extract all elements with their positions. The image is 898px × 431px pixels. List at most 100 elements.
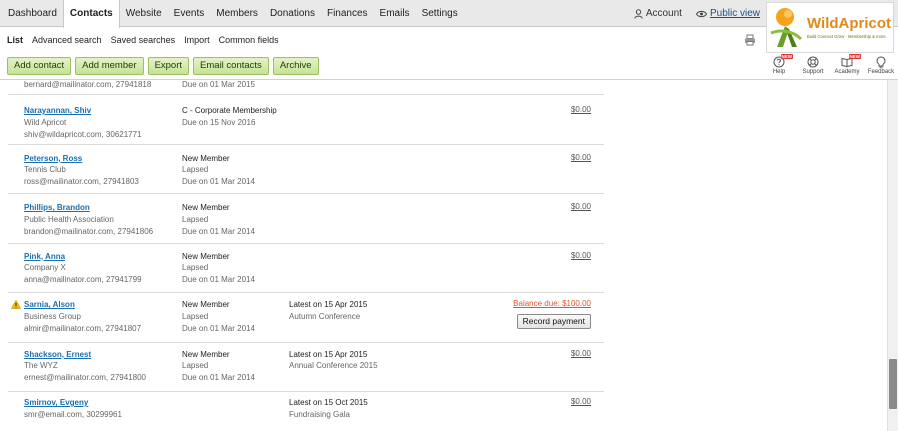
contact-name-link[interactable]: Peterson, Ross xyxy=(24,153,139,165)
feedback-item[interactable]: Feedback xyxy=(865,56,897,80)
support-icon xyxy=(807,56,819,68)
public-view-link[interactable]: Public view xyxy=(695,8,760,19)
help-label: Help xyxy=(772,69,786,75)
tab-contacts[interactable]: Contacts xyxy=(62,0,120,28)
contact-name-link[interactable]: Phillips, Brandon xyxy=(24,202,153,214)
contact-name-link[interactable]: Shackson, Ernest xyxy=(24,349,146,361)
renewal-due: Due on 01 Mar 2014 xyxy=(182,275,255,285)
membership-level: New Member xyxy=(182,251,230,261)
contact-name-link[interactable]: Narayannan, Shiv xyxy=(24,105,142,117)
help-new-badge: NEW xyxy=(780,54,793,59)
event-date: Latest on 15 Apr 2015 xyxy=(289,300,368,309)
main-tabs: Dashboard Contacts Website Events Member… xyxy=(2,0,464,28)
subnav-list[interactable]: List xyxy=(7,35,23,45)
tab-emails[interactable]: Emails xyxy=(374,0,416,27)
logo-graphic: WildApricot Build Connect Grow · Members… xyxy=(770,8,891,47)
wildapricot-logo: WildApricot Build Connect Grow · Members… xyxy=(766,2,894,53)
renewal-due: Due on 01 Mar 2014 xyxy=(182,323,255,333)
support-item[interactable]: Support xyxy=(797,56,829,80)
list-item: Shackson, Ernest The WYZ ernest@mailinat… xyxy=(8,343,604,392)
top-navigation: Dashboard Contacts Website Events Member… xyxy=(0,0,898,28)
membership-status: Lapsed xyxy=(182,165,209,175)
printer-icon[interactable] xyxy=(744,34,756,46)
list-item: Pink, Anna Company X anna@mailinator.com… xyxy=(8,244,604,293)
event-name: Annual Conference 2015 xyxy=(289,361,378,371)
contact-info: almir@mailinator.com, 27941807 xyxy=(24,323,142,333)
record-payment-button[interactable]: Record payment xyxy=(516,314,591,329)
contact-organization: Tennis Club xyxy=(24,165,66,175)
subnav-advanced-search[interactable]: Advanced search xyxy=(32,35,102,45)
subnav-common-fields[interactable]: Common fields xyxy=(219,35,279,45)
feedback-label: Feedback xyxy=(867,69,895,75)
membership-status: Lapsed xyxy=(182,214,209,224)
help-item[interactable]: NEW Help xyxy=(763,54,795,80)
contact-organization: Company X xyxy=(24,263,66,273)
membership-level: New Member xyxy=(182,203,230,212)
contact-organization: Public Health Association xyxy=(24,214,114,224)
eye-icon xyxy=(695,10,707,17)
balance-amount[interactable]: $0.00 xyxy=(571,349,591,358)
balance-amount[interactable]: $0.00 xyxy=(571,251,591,260)
scrollbar-thumb[interactable] xyxy=(889,359,897,409)
membership-status: Lapsed xyxy=(182,263,209,273)
tab-dashboard[interactable]: Dashboard xyxy=(2,0,63,27)
logo-wordmark: WildApricot xyxy=(807,15,891,32)
contact-organization: Wild Apricot xyxy=(24,117,67,127)
membership-level: New Member xyxy=(182,153,230,163)
membership-level: New Member xyxy=(182,349,230,359)
balance-amount[interactable]: $0.00 xyxy=(571,105,591,114)
list-item: Peterson, Ross Tennis Club ross@mailinat… xyxy=(8,145,604,194)
membership-status: Lapsed xyxy=(182,361,209,371)
contact-info: shiv@wildapricot.com, 30621771 xyxy=(24,129,142,139)
warning-icon xyxy=(11,300,21,309)
contacts-list: bernard@mailinator.com, 27941818 Due on … xyxy=(8,80,604,431)
academy-item[interactable]: NEW Academy xyxy=(831,54,863,80)
list-item: Smirnov, Evgeny smr@email.com, 30299961 … xyxy=(8,392,604,431)
contact-organization: The WYZ xyxy=(24,361,58,371)
export-button[interactable]: Export xyxy=(147,57,190,75)
renewal-due: Due on 01 Mar 2015 xyxy=(182,80,255,89)
academy-new-badge: NEW xyxy=(848,54,861,59)
account-label: Account xyxy=(645,8,682,19)
balance-amount[interactable]: $0.00 xyxy=(571,153,591,162)
email-contacts-button[interactable]: Email contacts xyxy=(193,57,269,75)
support-label: Support xyxy=(802,69,824,75)
list-item: bernard@mailinator.com, 27941818 Due on … xyxy=(8,80,604,95)
tab-events[interactable]: Events xyxy=(168,0,211,27)
tab-settings[interactable]: Settings xyxy=(416,0,464,27)
contact-name-link[interactable]: Smirnov, Evgeny xyxy=(24,397,122,409)
archive-button[interactable]: Archive xyxy=(272,57,319,75)
list-item: Sarnia, Alson Business Group almir@maili… xyxy=(8,293,604,343)
user-icon xyxy=(634,8,643,19)
contact-info: ross@mailinator.com, 27941803 xyxy=(24,177,139,187)
tab-finances[interactable]: Finances xyxy=(321,0,374,27)
contact-organization: Business Group xyxy=(24,311,81,321)
renewal-due: Due on 01 Mar 2014 xyxy=(182,373,255,383)
membership-level: New Member xyxy=(182,300,230,309)
contact-name-link[interactable]: Sarnia, Alson xyxy=(24,299,141,311)
contact-info: smr@email.com, 30299961 xyxy=(24,409,122,419)
contacts-subnav: List Advanced search Saved searches Impo… xyxy=(0,28,760,52)
list-item: Phillips, Brandon Public Health Associat… xyxy=(8,194,604,244)
academy-label: Academy xyxy=(834,69,860,75)
membership-level: C - Corporate Membership xyxy=(182,106,277,115)
event-name: Fundraising Gala xyxy=(289,409,350,419)
balance-amount[interactable]: $0.00 xyxy=(571,397,591,406)
tab-donations[interactable]: Donations xyxy=(264,0,321,27)
public-view-label: Public view xyxy=(709,8,760,19)
add-member-button[interactable]: Add member xyxy=(75,57,144,75)
contact-info: ernest@mailinator.com, 27941800 xyxy=(24,373,146,383)
tab-members[interactable]: Members xyxy=(210,0,264,27)
add-contact-button[interactable]: Add contact xyxy=(7,57,72,75)
account-link[interactable]: Account xyxy=(634,8,682,19)
contact-name-link[interactable]: Pink, Anna xyxy=(24,251,142,263)
feedback-icon xyxy=(876,56,886,68)
subnav-saved-searches[interactable]: Saved searches xyxy=(111,35,176,45)
tab-website[interactable]: Website xyxy=(120,0,168,27)
list-item: Narayannan, Shiv Wild Apricot shiv@wilda… xyxy=(8,95,604,145)
balance-due-link[interactable]: Balance due: $100.00 xyxy=(513,299,591,308)
renewal-due: Due on 01 Mar 2014 xyxy=(182,177,255,187)
membership-status: Lapsed xyxy=(182,311,209,321)
subnav-import[interactable]: Import xyxy=(184,35,210,45)
balance-amount[interactable]: $0.00 xyxy=(571,202,591,211)
